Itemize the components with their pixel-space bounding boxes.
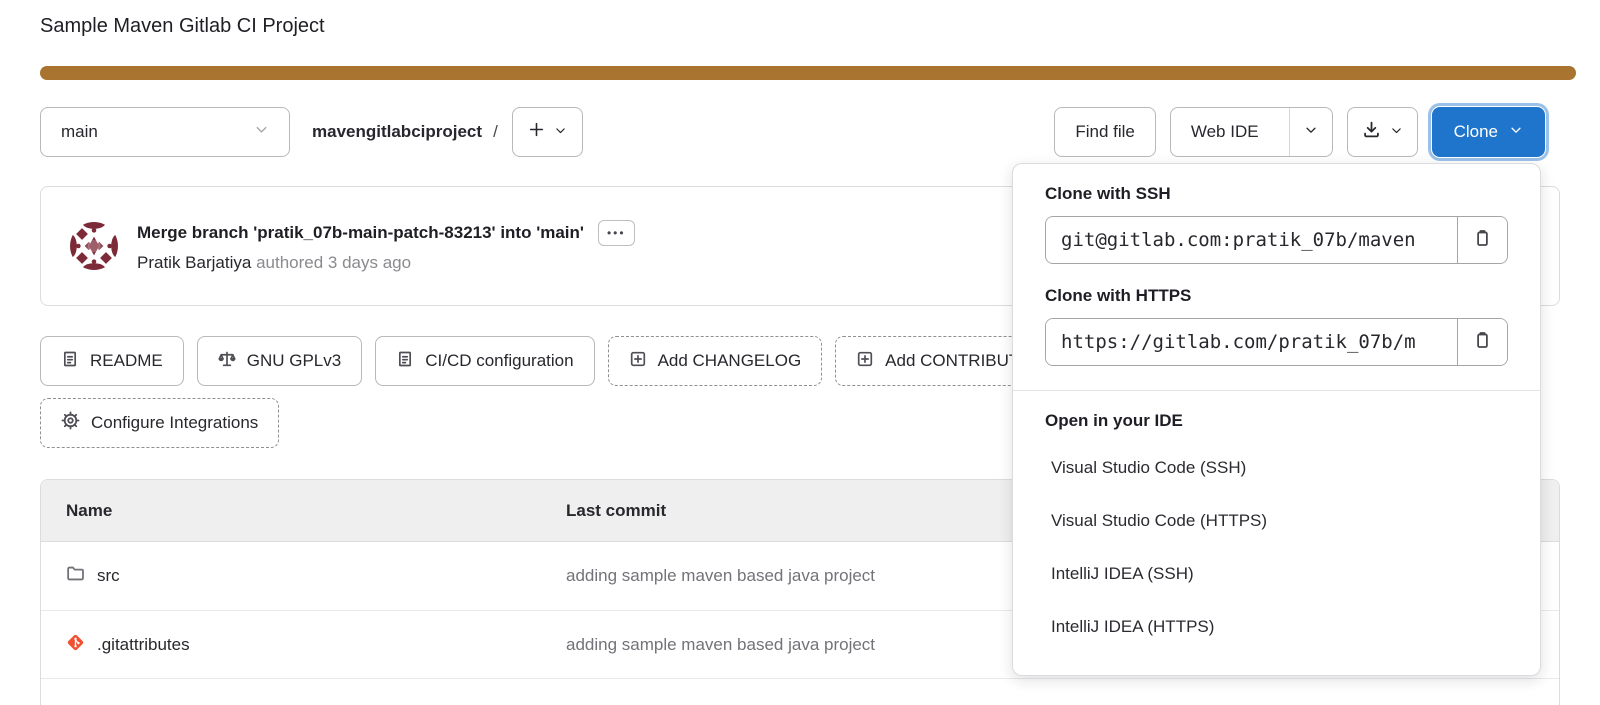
clone-ssh-input-group (1045, 216, 1508, 264)
repo-toolbar: main mavengitlabciproject / Find file We… (40, 107, 1545, 157)
menu-item-intellij-ssh[interactable]: IntelliJ IDEA (SSH) (1045, 547, 1508, 600)
breadcrumb-separator: / (493, 122, 498, 141)
copy-ssh-url-button[interactable] (1457, 217, 1507, 263)
chevron-down-icon (1390, 122, 1403, 142)
page-title: Sample Maven Gitlab CI Project (40, 15, 325, 37)
copy-https-url-button[interactable] (1457, 319, 1507, 365)
branch-selector-value: main (61, 122, 98, 141)
menu-item-vscode-ssh[interactable]: Visual Studio Code (SSH) (1045, 441, 1508, 494)
file-link-gitattributes[interactable]: .gitattributes (41, 633, 541, 657)
clone-ssh-url-input[interactable] (1046, 217, 1457, 263)
web-ide-button[interactable]: Web IDE (1171, 108, 1279, 156)
scale-icon (218, 350, 236, 373)
commit-more-actions-button[interactable]: ••• (597, 219, 635, 246)
folder-icon (66, 564, 85, 588)
open-in-ide-heading: Open in your IDE (1045, 411, 1183, 430)
chevron-down-icon (554, 122, 567, 142)
clone-https-url-input[interactable] (1046, 319, 1457, 365)
column-header-name: Name (66, 500, 113, 520)
commit-meta: authored 3 days ago (256, 252, 412, 272)
file-name: src (97, 566, 120, 585)
configure-integrations-label: Configure Integrations (91, 413, 259, 432)
toolbar-actions: Find file Web IDE Clone (1054, 107, 1545, 157)
commit-message[interactable]: Merge branch 'pratik_07b-main-patch-8321… (137, 223, 584, 243)
find-file-button[interactable]: Find file (1054, 107, 1156, 157)
add-file-dropdown-button[interactable] (511, 107, 583, 157)
clone-https-input-group (1045, 318, 1508, 366)
web-ide-dropdown-toggle[interactable] (1288, 108, 1332, 156)
license-button[interactable]: GNU GPLv3 (196, 336, 363, 386)
gear-icon (61, 411, 80, 435)
chevron-down-icon (254, 122, 269, 142)
web-ide-split-button: Web IDE (1169, 107, 1333, 157)
file-link-src[interactable]: src (41, 564, 541, 588)
file-name: .gitattributes (97, 634, 190, 654)
clipboard-icon (1473, 229, 1492, 251)
clone-button[interactable]: Clone (1431, 107, 1545, 157)
clone-dropdown-panel: Clone with SSH Clone with HTTPS Open in … (1012, 163, 1541, 676)
panel-divider (1013, 390, 1540, 391)
branch-selector[interactable]: main (40, 107, 290, 157)
avatar (70, 222, 118, 270)
cicd-configuration-label: CI/CD configuration (425, 351, 574, 370)
table-row (41, 678, 1559, 705)
add-changelog-label: Add CHANGELOG (657, 351, 802, 370)
accent-divider-bar (40, 66, 1576, 80)
cicd-configuration-button[interactable]: CI/CD configuration (375, 336, 595, 386)
plus-square-icon (629, 350, 647, 373)
plus-icon (528, 121, 545, 143)
git-logo-icon (66, 633, 85, 657)
clone-https-heading: Clone with HTTPS (1045, 286, 1192, 305)
chevron-down-icon (1304, 122, 1318, 142)
add-changelog-button[interactable]: Add CHANGELOG (607, 336, 823, 386)
commit-author[interactable]: Pratik Barjatiya (137, 253, 251, 272)
readme-button[interactable]: README (40, 336, 184, 386)
clone-ssh-heading: Clone with SSH (1045, 184, 1171, 203)
download-source-button[interactable] (1346, 107, 1418, 157)
ellipsis-icon: ••• (606, 225, 626, 240)
readme-label: README (90, 351, 163, 370)
license-label: GNU GPLv3 (246, 351, 342, 370)
plus-square-icon (856, 350, 874, 373)
find-file-label: Find file (1075, 122, 1135, 141)
chevron-down-icon (1509, 122, 1523, 142)
doc-text-icon (61, 350, 79, 373)
clipboard-icon (1473, 331, 1492, 353)
breadcrumb: mavengitlabciproject / (312, 107, 498, 157)
menu-item-intellij-https[interactable]: IntelliJ IDEA (HTTPS) (1045, 600, 1508, 653)
clone-button-label: Clone (1453, 122, 1498, 141)
configure-integrations-button[interactable]: Configure Integrations (40, 398, 280, 448)
doc-text-icon (396, 350, 414, 373)
commit-info: Merge branch 'pratik_07b-main-patch-8321… (137, 219, 635, 273)
breadcrumb-project[interactable]: mavengitlabciproject (312, 122, 482, 142)
menu-item-vscode-https[interactable]: Visual Studio Code (HTTPS) (1045, 494, 1508, 547)
download-icon (1362, 120, 1381, 144)
